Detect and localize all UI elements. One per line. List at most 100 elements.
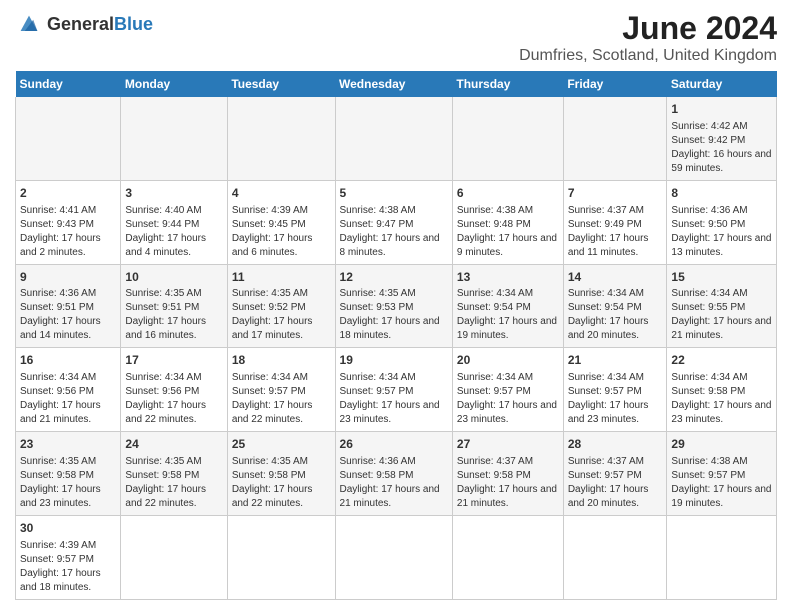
calendar-day-cell: 8 Sunrise: 4:36 AM Sunset: 9:50 PM Daylig… [667,180,777,264]
day-detail: Sunrise: 4:40 AM Sunset: 9:44 PM Dayligh… [125,204,222,260]
calendar-day-cell: 27 Sunrise: 4:37 AM Sunset: 9:58 PM Dayli… [452,432,563,516]
calendar-day-cell: 22 Sunrise: 4:34 AM Sunset: 9:58 PM Dayli… [667,348,777,432]
day-detail: Sunrise: 4:35 AM Sunset: 9:53 PM Dayligh… [340,287,448,343]
day-detail: Sunrise: 4:36 AM Sunset: 9:50 PM Dayligh… [671,204,772,260]
calendar-day-cell: 18Sunrise: 4:34 AM Sunset: 9:57 PM Dayli… [227,348,335,432]
calendar-week-row: 30 Sunrise: 4:39 AM Sunset: 9:57 PM Dayli… [16,515,777,599]
calendar-day-cell: 20Sunrise: 4:34 AM Sunset: 9:57 PM Dayli… [452,348,563,432]
calendar-day-cell: 29Sunrise: 4:38 AM Sunset: 9:57 PM Dayli… [667,432,777,516]
general-blue-logo-icon [15,10,43,38]
day-number: 8 [671,185,772,202]
calendar-day-cell: 30 Sunrise: 4:39 AM Sunset: 9:57 PM Dayli… [16,515,121,599]
calendar-day-cell: 14Sunrise: 4:34 AM Sunset: 9:54 PM Dayli… [563,264,667,348]
logo: GeneralBlue [15,10,153,38]
page-title: June 2024 [519,10,777,47]
day-detail: Sunrise: 4:35 AM Sunset: 9:58 PM Dayligh… [232,455,331,511]
calendar-day-cell [121,515,227,599]
day-detail: Sunrise: 4:37 AM Sunset: 9:58 PM Dayligh… [457,455,559,511]
day-number: 16 [20,352,116,369]
day-number: 21 [568,352,663,369]
calendar-day-cell [16,97,121,180]
column-header-sunday: Sunday [16,71,121,97]
calendar-week-row: 9Sunrise: 4:36 AM Sunset: 9:51 PM Daylig… [16,264,777,348]
calendar-day-cell: 9Sunrise: 4:36 AM Sunset: 9:51 PM Daylig… [16,264,121,348]
column-header-tuesday: Tuesday [227,71,335,97]
day-detail: Sunrise: 4:42 AM Sunset: 9:42 PM Dayligh… [671,120,772,176]
day-number: 30 [20,520,116,537]
day-number: 14 [568,269,663,286]
calendar-table: SundayMondayTuesdayWednesdayThursdayFrid… [15,71,777,600]
page-header: GeneralBlue June 2024 Dumfries, Scotland… [15,10,777,65]
calendar-header-row: SundayMondayTuesdayWednesdayThursdayFrid… [16,71,777,97]
calendar-day-cell [563,515,667,599]
calendar-day-cell: 21Sunrise: 4:34 AM Sunset: 9:57 PM Dayli… [563,348,667,432]
day-number: 22 [671,352,772,369]
logo-text: GeneralBlue [47,14,153,35]
day-number: 12 [340,269,448,286]
calendar-day-cell: 17 Sunrise: 4:34 AM Sunset: 9:56 PM Dayli… [121,348,227,432]
calendar-day-cell: 23Sunrise: 4:35 AM Sunset: 9:58 PM Dayli… [16,432,121,516]
day-number: 6 [457,185,559,202]
day-number: 17 [125,352,222,369]
day-number: 1 [671,101,772,118]
day-number: 29 [671,436,772,453]
day-number: 13 [457,269,559,286]
day-number: 3 [125,185,222,202]
day-detail: Sunrise: 4:41 AM Sunset: 9:43 PM Dayligh… [20,204,116,260]
calendar-day-cell: 16 Sunrise: 4:34 AM Sunset: 9:56 PM Dayli… [16,348,121,432]
day-number: 7 [568,185,663,202]
day-detail: Sunrise: 4:34 AM Sunset: 9:54 PM Dayligh… [457,287,559,343]
day-detail: Sunrise: 4:34 AM Sunset: 9:55 PM Dayligh… [671,287,772,343]
column-header-wednesday: Wednesday [335,71,452,97]
calendar-day-cell: 5 Sunrise: 4:38 AM Sunset: 9:47 PM Daylig… [335,180,452,264]
calendar-day-cell [563,97,667,180]
day-detail: Sunrise: 4:36 AM Sunset: 9:51 PM Dayligh… [20,287,116,343]
day-number: 24 [125,436,222,453]
day-number: 5 [340,185,448,202]
day-detail: Sunrise: 4:34 AM Sunset: 9:56 PM Dayligh… [125,371,222,427]
day-number: 20 [457,352,559,369]
day-number: 11 [232,269,331,286]
calendar-day-cell [227,515,335,599]
calendar-day-cell: 7Sunrise: 4:37 AM Sunset: 9:49 PM Daylig… [563,180,667,264]
calendar-day-cell [227,97,335,180]
day-detail: Sunrise: 4:34 AM Sunset: 9:56 PM Dayligh… [20,371,116,427]
day-number: 26 [340,436,448,453]
calendar-day-cell: 19Sunrise: 4:34 AM Sunset: 9:57 PM Dayli… [335,348,452,432]
column-header-thursday: Thursday [452,71,563,97]
day-number: 27 [457,436,559,453]
calendar-day-cell: 11Sunrise: 4:35 AM Sunset: 9:52 PM Dayli… [227,264,335,348]
day-number: 4 [232,185,331,202]
day-number: 15 [671,269,772,286]
calendar-day-cell: 13Sunrise: 4:34 AM Sunset: 9:54 PM Dayli… [452,264,563,348]
calendar-week-row: 16 Sunrise: 4:34 AM Sunset: 9:56 PM Dayli… [16,348,777,432]
page-subtitle: Dumfries, Scotland, United Kingdom [519,47,777,65]
calendar-day-cell [335,515,452,599]
calendar-day-cell: 2Sunrise: 4:41 AM Sunset: 9:43 PM Daylig… [16,180,121,264]
day-number: 9 [20,269,116,286]
calendar-day-cell: 26 Sunrise: 4:36 AM Sunset: 9:58 PM Dayli… [335,432,452,516]
day-detail: Sunrise: 4:34 AM Sunset: 9:58 PM Dayligh… [671,371,772,427]
calendar-day-cell: 3 Sunrise: 4:40 AM Sunset: 9:44 PM Daylig… [121,180,227,264]
calendar-day-cell: 28Sunrise: 4:37 AM Sunset: 9:57 PM Dayli… [563,432,667,516]
calendar-week-row: 1 Sunrise: 4:42 AM Sunset: 9:42 PM Daylig… [16,97,777,180]
day-number: 28 [568,436,663,453]
day-detail: Sunrise: 4:38 AM Sunset: 9:47 PM Dayligh… [340,204,448,260]
calendar-day-cell: 25Sunrise: 4:35 AM Sunset: 9:58 PM Dayli… [227,432,335,516]
day-detail: Sunrise: 4:38 AM Sunset: 9:48 PM Dayligh… [457,204,559,260]
column-header-friday: Friday [563,71,667,97]
calendar-day-cell: 24 Sunrise: 4:35 AM Sunset: 9:58 PM Dayli… [121,432,227,516]
calendar-day-cell: 10Sunrise: 4:35 AM Sunset: 9:51 PM Dayli… [121,264,227,348]
calendar-day-cell [335,97,452,180]
calendar-day-cell: 12Sunrise: 4:35 AM Sunset: 9:53 PM Dayli… [335,264,452,348]
day-detail: Sunrise: 4:36 AM Sunset: 9:58 PM Dayligh… [340,455,448,511]
calendar-day-cell [667,515,777,599]
calendar-day-cell [121,97,227,180]
calendar-week-row: 2Sunrise: 4:41 AM Sunset: 9:43 PM Daylig… [16,180,777,264]
column-header-monday: Monday [121,71,227,97]
day-detail: Sunrise: 4:34 AM Sunset: 9:57 PM Dayligh… [340,371,448,427]
day-detail: Sunrise: 4:35 AM Sunset: 9:58 PM Dayligh… [125,455,222,511]
day-detail: Sunrise: 4:39 AM Sunset: 9:57 PM Dayligh… [20,539,116,595]
calendar-day-cell [452,515,563,599]
day-detail: Sunrise: 4:35 AM Sunset: 9:58 PM Dayligh… [20,455,116,511]
